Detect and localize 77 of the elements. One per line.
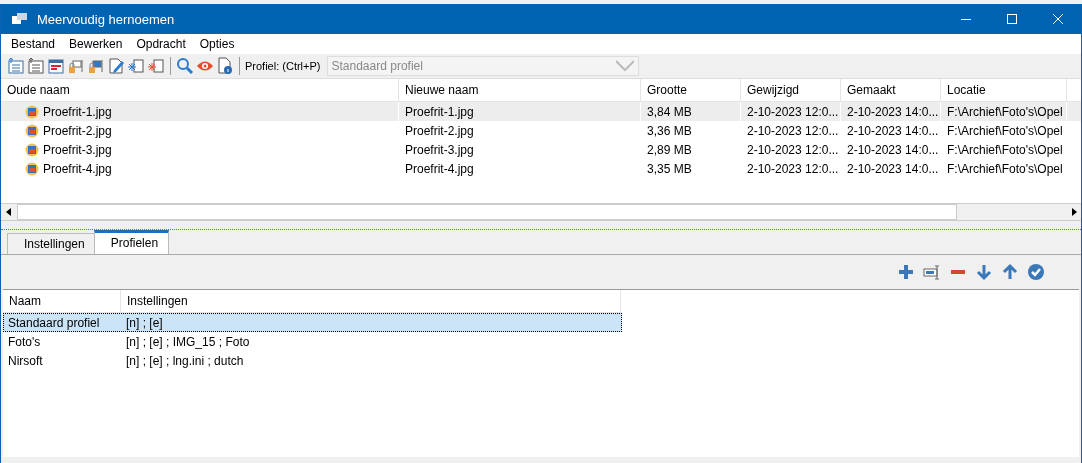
file-row[interactable]: Proefrit-2.jpg Proefrit-2.jpg 3,36 MB 2-10-2023 12:0... 2-10-2023 14:0... F:\Archief\Foto's\Opel <box>1 121 1081 140</box>
table-cell: F:\Archief\Foto's\Opel <box>947 123 1063 138</box>
arrow-up-icon[interactable] <box>1001 263 1019 281</box>
table-cell: [n] ; [e] ; lng.ini ; dutch <box>126 353 244 368</box>
table-cell: Proefrit-2.jpg <box>405 123 474 138</box>
image-file-icon <box>25 123 39 138</box>
column-header[interactable]: Gemaakt <box>841 79 941 101</box>
table-cell: 3,36 MB <box>647 123 692 138</box>
column-header[interactable]: Oude naam <box>1 79 399 101</box>
list-header-icon[interactable] <box>47 57 65 75</box>
menu-item[interactable]: Bestand <box>4 37 63 51</box>
table-cell: [n] ; [e] <box>126 315 163 330</box>
edit-icon[interactable] <box>107 57 125 75</box>
tab[interactable]: Instellingen <box>7 233 96 254</box>
profile-row[interactable]: Foto's [n] ; [e] ; IMG_15 ; Foto <box>3 332 622 351</box>
column-header[interactable]: Gewijzigd <box>741 79 841 101</box>
table-cell: 2-10-2023 12:0... <box>747 123 839 138</box>
column-header[interactable]: Grootte <box>641 79 741 101</box>
table-cell: 2-10-2023 14:0... <box>847 142 939 157</box>
maximize-icon <box>1007 14 1017 24</box>
page-info-icon[interactable] <box>216 57 234 75</box>
sparkle-page-icon[interactable] <box>147 57 165 75</box>
column-header[interactable]: Instellingen <box>121 290 621 312</box>
table-cell: Proefrit-2.jpg <box>43 123 112 138</box>
column-header[interactable]: Nieuwe naam <box>399 79 641 101</box>
profile-row[interactable]: Nirsoft [n] ; [e] ; lng.ini ; dutch <box>3 351 622 370</box>
arrow-down-icon[interactable] <box>975 263 993 281</box>
file-row[interactable]: Proefrit-4.jpg Proefrit-4.jpg 3,35 MB 2-10-2023 12:0... 2-10-2023 14:0... F:\Archief\Foto's\Opel <box>1 159 1081 178</box>
column-header[interactable]: Locatie <box>941 79 1067 101</box>
image-file-icon <box>25 142 39 157</box>
menu-item[interactable]: Bewerken <box>62 37 130 51</box>
table-cell: Proefrit-4.jpg <box>405 161 474 176</box>
table-cell: Proefrit-3.jpg <box>405 142 474 157</box>
lock-field-icon[interactable] <box>67 57 85 75</box>
tab[interactable]: Profielen <box>93 230 170 254</box>
minimize-icon <box>961 18 971 20</box>
profile-label: Profiel: (Ctrl+P) <box>245 60 321 72</box>
rename-field-icon[interactable] <box>923 263 941 281</box>
add-icon[interactable] <box>897 263 915 281</box>
table-cell: Proefrit-4.jpg <box>43 161 112 176</box>
list-up-icon[interactable] <box>7 57 25 75</box>
table-cell: [n] ; [e] ; IMG_15 ; Foto <box>126 334 250 349</box>
app-icon <box>11 12 29 26</box>
list-down-icon[interactable] <box>27 57 45 75</box>
table-cell: 3,35 MB <box>647 161 692 176</box>
sparkle-page-icon[interactable] <box>127 57 145 75</box>
image-file-icon <box>25 104 39 119</box>
window-title: Meervoudig hernoemen <box>37 11 176 27</box>
menu-item[interactable]: Opties <box>192 37 242 51</box>
image-file-icon <box>25 161 39 176</box>
table-cell: F:\Archief\Foto's\Opel <box>947 142 1063 157</box>
table-cell: 2-10-2023 12:0... <box>747 161 839 176</box>
table-cell: 2-10-2023 12:0... <box>747 142 839 157</box>
table-cell: Proefrit-1.jpg <box>43 104 112 119</box>
table-cell: Proefrit-1.jpg <box>405 104 474 119</box>
file-row[interactable]: Proefrit-3.jpg Proefrit-3.jpg 2,89 MB 2-10-2023 12:0... 2-10-2023 14:0... F:\Archief\Foto's\Opel <box>1 140 1081 159</box>
close-icon <box>1053 14 1063 24</box>
lock-field-icon[interactable] <box>87 57 105 75</box>
table-cell: 2-10-2023 14:0... <box>847 104 939 119</box>
file-row[interactable]: Proefrit-1.jpg Proefrit-1.jpg 3,84 MB 2-10-2023 12:0... 2-10-2023 14:0... F:\Archief\Foto's\Opel <box>1 102 1081 121</box>
table-cell: 2-10-2023 14:0... <box>847 123 939 138</box>
table-cell: Proefrit-3.jpg <box>43 142 112 157</box>
check-circle-icon[interactable] <box>1027 263 1045 281</box>
table-cell: Foto's <box>8 334 41 349</box>
profile-row[interactable]: Standaard profiel [n] ; [e] <box>3 313 622 332</box>
menu-item[interactable]: Opdracht <box>129 37 193 51</box>
table-cell: 2-10-2023 14:0... <box>847 161 939 176</box>
scrollbar-thumb[interactable] <box>17 204 957 220</box>
search-icon[interactable] <box>176 57 194 75</box>
table-cell: 2,89 MB <box>647 142 692 157</box>
table-cell: F:\Archief\Foto's\Opel <box>947 104 1063 119</box>
table-cell: 2-10-2023 12:0... <box>747 104 839 119</box>
table-cell: Standaard profiel <box>8 315 100 330</box>
column-header[interactable]: Naam <box>3 290 121 312</box>
table-cell: F:\Archief\Foto's\Opel <box>947 161 1063 176</box>
table-cell: 3,84 MB <box>647 104 692 119</box>
table-cell: Nirsoft <box>8 353 43 368</box>
